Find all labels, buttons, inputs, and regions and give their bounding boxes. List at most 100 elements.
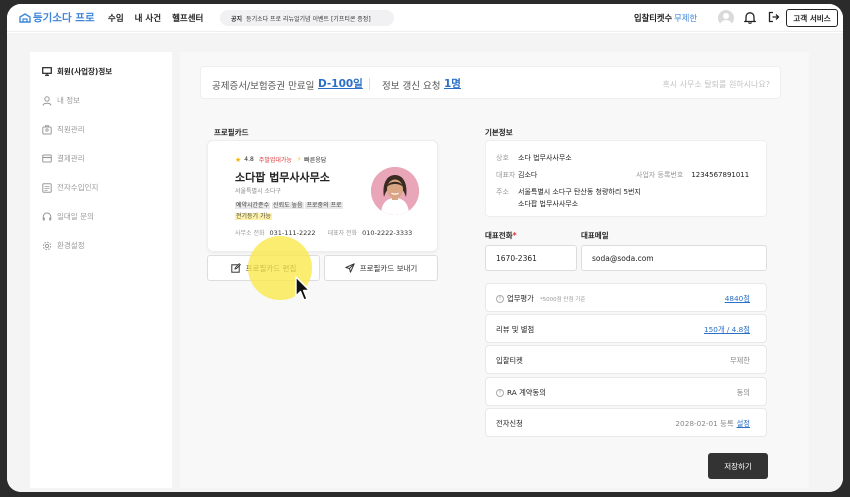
company-name-row: 상호 소다 법무사사무소: [496, 153, 572, 163]
profile-photo-image: [371, 167, 419, 215]
required-mark: *: [512, 231, 517, 240]
profile-card: ★ 4.8 주말업대가능 ⚡ 빠른응답 소다팝 법무사사무소 서울특별시 소다구…: [207, 140, 438, 252]
review-row: 리뷰 및 별점 150개 / 4.8점: [485, 314, 767, 343]
ticket-count-value: 무제한: [674, 13, 698, 23]
address-line-2-row: 소다팝 법무사사무소: [518, 199, 578, 209]
monitor-icon: [42, 67, 52, 76]
sidebar-item-settings[interactable]: 환경설정: [42, 240, 85, 251]
work-evaluation-value[interactable]: 4840점: [725, 294, 750, 304]
ticket-count: 입찰티켓수 무제한: [634, 12, 697, 24]
logo-text: 등기소다 프로: [33, 12, 95, 24]
phone-input[interactable]: 1670-2361: [485, 245, 577, 271]
stamp-icon: [42, 182, 52, 193]
business-number-label: 사업자 등록번호: [636, 171, 684, 179]
headset-icon: [42, 211, 52, 220]
notice-bar[interactable]: 공지 등기소다 프로 리뉴얼기념 이벤트 [기프티콘 증정]: [220, 10, 394, 26]
gear-icon: [42, 241, 52, 250]
review-value[interactable]: 150개 / 4.8점: [704, 325, 750, 335]
representative-label: 대표자: [496, 171, 516, 179]
company-name-value: 소다 법무사사무소: [518, 154, 572, 162]
address-line-1: 서울특별시 소다구 탄산동 청량하리 5번지: [518, 188, 641, 196]
email-field-label: 대표메일: [581, 231, 609, 240]
phone-field-label: 대표전화*: [485, 230, 517, 241]
office-phone: 031-111-2222: [269, 229, 316, 237]
send-profile-card-button[interactable]: 프로필카드 보내기: [324, 255, 438, 281]
profile-section-title: 프로필카드: [214, 128, 249, 137]
rep-phone: 010-2222-3333: [362, 229, 413, 237]
ticket-count-label: 입찰티켓수: [634, 13, 673, 23]
nav-item-cases-accept[interactable]: 수임: [108, 12, 124, 24]
main-nav: 수임 내 사건 헬프센터: [108, 12, 203, 24]
avatar[interactable]: [718, 10, 734, 26]
ra-agreement-row: ! RA 계약동의 동의: [485, 377, 767, 406]
rating-value: 4.8: [244, 156, 254, 163]
keyword-tag: 프로중의 프로: [305, 202, 343, 209]
sidebar-item-label: 결제관리: [57, 154, 85, 163]
basic-info-card: 상호 소다 법무사사무소 대표자 김소다 사업자 등록번호 1234567891011…: [485, 140, 767, 217]
keyword-list: 예약시간준수 신뢰도 높음 프로중의 프로 전기등기 가능: [235, 200, 350, 222]
logout-icon[interactable]: [768, 11, 780, 23]
sidebar-item-label: 환경설정: [57, 241, 85, 250]
withdraw-hint-link[interactable]: 혹시 사무소 탈퇴를 원하시나요?: [662, 79, 770, 90]
send-profile-card-label: 프로필카드 보내기: [359, 263, 418, 273]
bid-ticket-value: 무제한: [729, 356, 750, 365]
office-phone-label: 사무소 전화: [235, 230, 265, 237]
work-evaluation-row: ! 업무평가 *5000점 만점 기준 4840점: [485, 283, 767, 312]
weekend-tag: 주말업대가능: [258, 157, 292, 164]
notice-label: 공지: [231, 15, 243, 23]
rating-row: ★ 4.8 주말업대가능 ⚡ 빠른응답: [235, 155, 327, 165]
e-application-date: 2028-02-01 등록: [675, 419, 734, 428]
keyword-tag: 예약시간준수: [235, 202, 271, 209]
keyword-tag: 전기등기 가능: [235, 213, 273, 220]
e-application-settings-link[interactable]: 설정: [737, 419, 750, 428]
update-request-value[interactable]: 1명: [444, 76, 461, 91]
sidebar-item-member-info[interactable]: 회원(사업장)정보: [42, 66, 112, 77]
sidebar-item-my-info[interactable]: 내 정보: [42, 95, 80, 106]
business-number-value: 1234567891011: [691, 171, 750, 179]
ra-agreement-label: RA 계약동의: [507, 388, 546, 397]
sidebar-item-payment[interactable]: 결제관리: [42, 153, 85, 164]
sidebar-item-e-stamp[interactable]: 전자수입인지: [42, 182, 98, 193]
save-button[interactable]: 저장하기: [708, 453, 768, 479]
email-input[interactable]: soda@soda.com: [581, 245, 767, 271]
rep-phone-label: 대표자 전화: [327, 230, 358, 237]
office-region: 서울특별시 소다구: [235, 188, 282, 195]
ra-agreement-value: 동의: [736, 388, 750, 397]
bid-ticket-label: 입찰티켓: [496, 356, 523, 365]
sidebar-item-inquiry[interactable]: 일대일 문의: [42, 211, 94, 222]
office-name: 소다팝 법무사사무소: [235, 171, 330, 184]
sidebar-item-label: 직원관리: [57, 125, 85, 134]
update-request-label: 정보 갱신 요청: [382, 81, 441, 92]
badge-icon: [42, 124, 52, 134]
phone-label-text: 대표전화: [485, 231, 513, 240]
bolt-icon: ⚡: [296, 156, 302, 163]
notice-text: 등기소다 프로 리뉴얼기념 이벤트 [기프티콘 증정]: [246, 15, 371, 23]
info-icon[interactable]: !: [496, 295, 504, 303]
summary-card: 공제증서/보험증권 만료일 D-100일 정보 갱신 요청 1명 혹시 사무소 …: [200, 66, 781, 99]
logo[interactable]: 등기소다 프로: [19, 10, 95, 25]
business-number-row: 사업자 등록번호 1234567891011: [636, 170, 749, 180]
nav-item-help-center[interactable]: 헬프센터: [172, 12, 203, 24]
star-icon: ★: [235, 155, 242, 164]
address-row: 주소 서울특별시 소다구 탄산동 청량하리 5번지: [496, 187, 641, 197]
nav-item-my-cases[interactable]: 내 사건: [135, 12, 161, 24]
fast-tag: 빠른응답: [304, 157, 327, 164]
cert-expiry-value[interactable]: D-100일: [318, 76, 363, 91]
e-application-row: 전자신청 2028-02-01 등록 설정: [485, 408, 767, 437]
top-bar: 등기소다 프로 수임 내 사건 헬프센터 공지 등기소다 프로 리뉴얼기념 이벤…: [7, 4, 843, 32]
work-evaluation-label: 업무평가: [507, 294, 534, 303]
info-icon[interactable]: !: [496, 389, 504, 397]
divider: [369, 78, 370, 90]
sidebar-item-staff[interactable]: 직원관리: [42, 124, 85, 135]
representative-row: 대표자 김소다: [496, 170, 537, 180]
e-application-label: 전자신청: [496, 419, 523, 428]
sidebar-item-label: 회원(사업장)정보: [57, 67, 113, 76]
bid-ticket-row: 입찰티켓 무제한: [485, 345, 767, 374]
phone-info: 사무소 전화 031-111-2222 대표자 전화 010-2222-3333: [235, 228, 424, 237]
representative-value: 김소다: [518, 171, 538, 179]
bell-icon[interactable]: [744, 11, 756, 24]
card-icon: [42, 154, 52, 163]
customer-service-button[interactable]: 고객 서비스: [786, 9, 838, 27]
basic-info-section-title: 기본정보: [485, 128, 513, 137]
address-line-2: 소다팝 법무사사무소: [518, 200, 579, 208]
